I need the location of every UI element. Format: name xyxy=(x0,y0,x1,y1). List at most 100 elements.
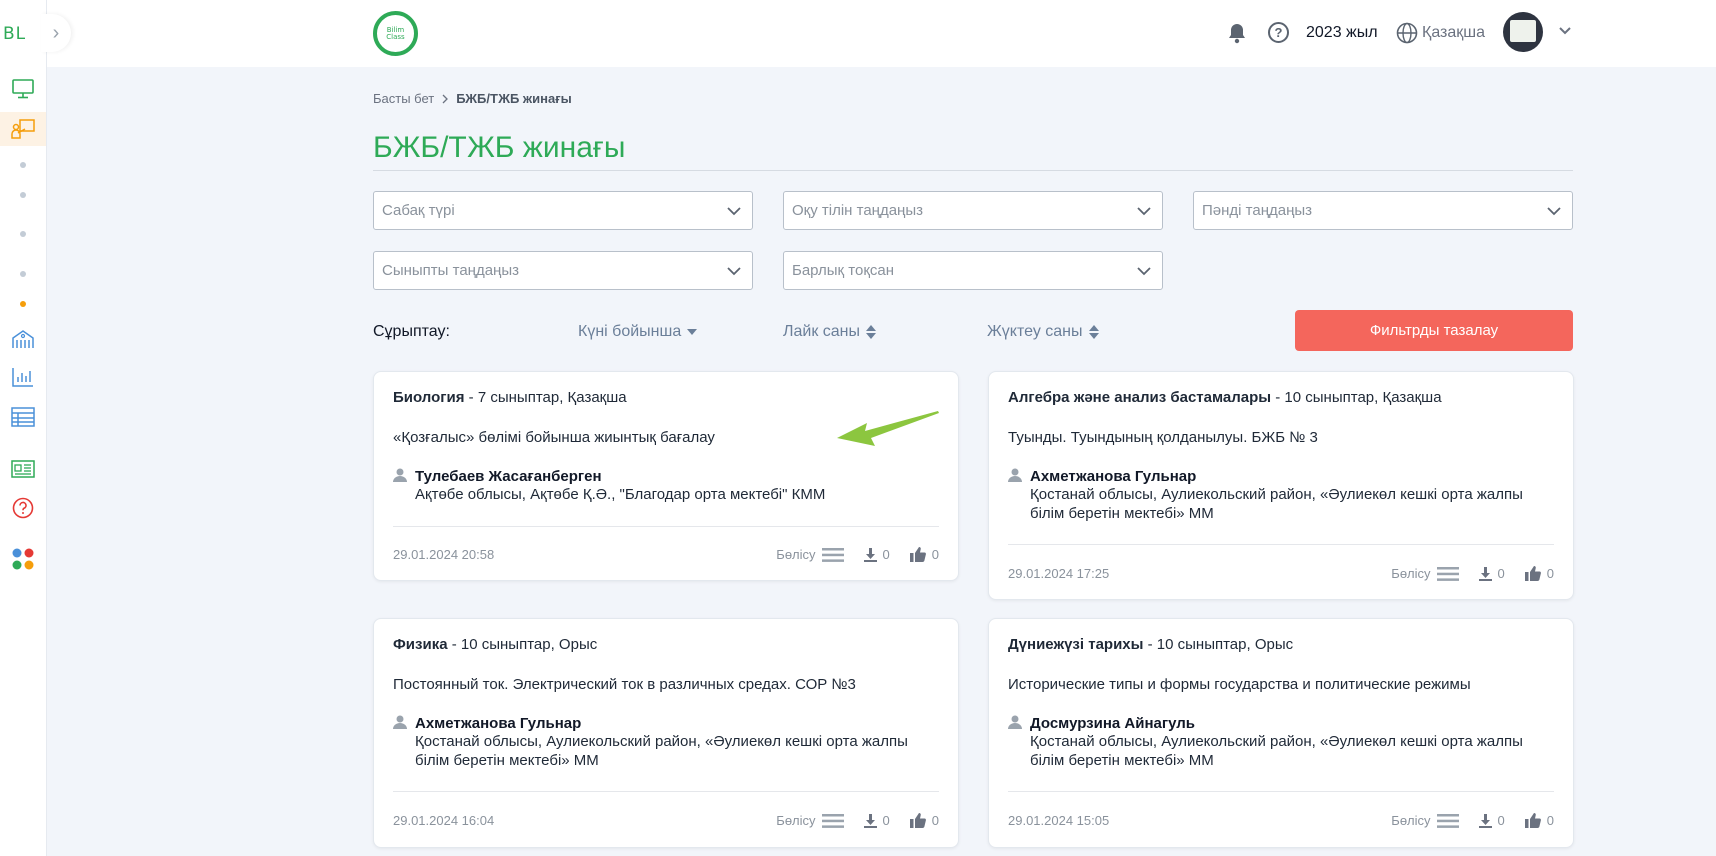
user-icon xyxy=(393,468,407,482)
sidebar: BL xyxy=(0,0,47,856)
card-divider xyxy=(1008,791,1554,792)
card-footer: 29.01.2024 15:05 Бөлісу 0 0 xyxy=(1008,813,1554,828)
help-icon[interactable]: ? xyxy=(1268,22,1289,43)
chevron-down-icon[interactable] xyxy=(1557,22,1573,38)
share-button[interactable]: Бөлісу xyxy=(776,547,844,562)
academic-year[interactable]: 2023 жыл xyxy=(1306,24,1378,42)
download-button[interactable]: 0 xyxy=(1478,566,1505,581)
language-select[interactable]: Оқу тілін таңдаңыз xyxy=(783,191,1163,230)
author-name: Ахметжанова Гульнар xyxy=(415,715,582,732)
sidebar-item-sub-3[interactable] xyxy=(0,217,46,251)
globe-icon[interactable] xyxy=(1396,22,1418,44)
author-organization: Қостанай облысы, Аулиекольский район, «Ә… xyxy=(1030,486,1523,522)
share-label: Бөлісу xyxy=(776,813,816,828)
sidebar-item-monitor[interactable] xyxy=(0,72,46,106)
lesson-type-select[interactable]: Сабақ түрі xyxy=(373,191,753,230)
avatar[interactable] xyxy=(1503,12,1543,52)
card-meta: - 7 сыныптар, Қазақша xyxy=(464,389,627,406)
card-description[interactable]: Исторические типы и формы государства и … xyxy=(1008,676,1471,693)
author-organization: Қостанай облысы, Аулиекольский район, «Ә… xyxy=(415,733,908,769)
card-description[interactable]: «Қозғалыс» бөлімі бойынша жиынтық бағала… xyxy=(393,429,715,446)
sidebar-item-school[interactable] xyxy=(0,322,46,356)
sidebar-item-help[interactable] xyxy=(0,491,46,525)
sort-by-downloads[interactable]: Жүктеу саны xyxy=(987,323,1099,341)
breadcrumb-home-link[interactable]: Басты бет xyxy=(373,91,434,106)
sidebar-item-stats[interactable] xyxy=(0,360,46,394)
subject-select[interactable]: Пәнді таңдаңыз xyxy=(1193,191,1573,230)
card-header: Физика - 10 сыныптар, Орыс xyxy=(393,636,597,653)
share-label: Бөлісу xyxy=(1391,813,1431,828)
chevron-down-icon xyxy=(727,207,741,216)
card-meta: - 10 сыныптар, Орыс xyxy=(1143,636,1294,653)
author-name: Ахметжанова Гульнар xyxy=(1030,468,1197,485)
sidebar-item-sub-2[interactable] xyxy=(0,178,46,212)
card-footer: 29.01.2024 16:04 Бөлісу 0 0 xyxy=(393,813,939,828)
menu-icon xyxy=(821,547,844,562)
download-count: 0 xyxy=(1497,566,1505,581)
card-description[interactable]: Постоянный ток. Электрический ток в разл… xyxy=(393,676,856,693)
sidebar-item-news[interactable] xyxy=(0,452,46,486)
card-meta: - 10 сыныптар, Қазақша xyxy=(1271,389,1442,406)
dot-icon xyxy=(20,231,26,237)
download-button[interactable]: 0 xyxy=(863,813,890,828)
card-description[interactable]: Туынды. Туындының қолданылуы. БЖБ № 3 xyxy=(1008,429,1318,446)
thumbs-up-icon xyxy=(909,813,926,828)
sort-by-date[interactable]: Күні бойынша xyxy=(578,323,698,341)
menu-icon xyxy=(821,813,844,828)
user-icon xyxy=(393,715,407,729)
sidebar-item-sub-5[interactable] xyxy=(0,287,46,321)
like-button[interactable]: 0 xyxy=(909,547,939,562)
assessment-card[interactable]: Дүниежүзі тарихы - 10 сыныптар, Орыс Ист… xyxy=(988,618,1574,848)
sort-by-likes[interactable]: Лайк саны xyxy=(783,323,877,341)
share-button[interactable]: Бөлісу xyxy=(1391,813,1459,828)
chevron-down-icon xyxy=(1137,207,1151,216)
grade-placeholder: Сыныпты таңдаңыз xyxy=(382,262,519,279)
assessment-card[interactable]: Физика - 10 сыныптар, Орыс Постоянный то… xyxy=(373,618,959,848)
author-organization: Қостанай облысы, Аулиекольский район, «Ә… xyxy=(1030,733,1523,769)
sidebar-item-apps[interactable] xyxy=(0,542,46,576)
language-placeholder: Оқу тілін таңдаңыз xyxy=(792,202,924,219)
sidebar-item-teacher[interactable] xyxy=(0,112,46,146)
quarter-select[interactable]: Барлық тоқсан xyxy=(783,251,1163,290)
card-author: Досмурзина Айнагуль Қостанай облысы, Аул… xyxy=(1008,715,1530,770)
chevron-down-icon xyxy=(1547,207,1561,216)
breadcrumb: Басты бет БЖБ/ТЖБ жинағы xyxy=(373,91,572,106)
chevron-down-icon xyxy=(727,267,741,276)
page-title: БЖБ/ТЖБ жинағы xyxy=(373,131,626,164)
assessment-card[interactable]: Алгебра және анализ бастамалары - 10 сын… xyxy=(988,371,1574,600)
language-selector[interactable]: Қазақша xyxy=(1422,24,1485,42)
thumbs-up-icon xyxy=(1524,813,1541,828)
download-icon xyxy=(863,547,877,562)
share-button[interactable]: Бөлісу xyxy=(776,813,844,828)
like-button[interactable]: 0 xyxy=(1524,813,1554,828)
clear-filters-button[interactable]: Фильтрды тазалау xyxy=(1295,310,1573,351)
sort-by-downloads-label: Жүктеу саны xyxy=(987,323,1083,340)
bilimclass-logo[interactable]: Bilim Class xyxy=(373,11,418,56)
sidebar-item-table[interactable] xyxy=(0,400,46,434)
like-count: 0 xyxy=(1546,566,1554,581)
download-button[interactable]: 0 xyxy=(1478,813,1505,828)
user-icon xyxy=(1008,715,1022,729)
like-count: 0 xyxy=(931,813,939,828)
sidebar-item-sub-1[interactable] xyxy=(0,148,46,182)
annotation-arrow-icon xyxy=(837,411,939,446)
monitor-icon xyxy=(12,79,34,99)
sort-label: Сұрыптау: xyxy=(373,323,450,340)
bar-chart-icon xyxy=(12,368,33,387)
sidebar-item-sub-4[interactable] xyxy=(0,257,46,291)
card-header: Дүниежүзі тарихы - 10 сыныптар, Орыс xyxy=(1008,636,1293,653)
like-button[interactable]: 0 xyxy=(1524,566,1554,581)
bell-icon[interactable] xyxy=(1227,22,1247,44)
download-button[interactable]: 0 xyxy=(863,547,890,562)
download-icon xyxy=(863,813,877,828)
sidebar-logo[interactable]: BL xyxy=(0,14,47,54)
card-author: Тулебаев Жасағанберген Ақтөбе облысы, Ақ… xyxy=(393,468,915,504)
sort-by-likes-label: Лайк саны xyxy=(783,323,861,340)
share-button[interactable]: Бөлісу xyxy=(1391,566,1459,581)
grade-select[interactable]: Сыныпты таңдаңыз xyxy=(373,251,753,290)
author-name: Досмурзина Айнагуль xyxy=(1030,715,1196,732)
card-subject: Биология xyxy=(393,389,465,406)
assessment-card[interactable]: Биология - 7 сыныптар, Қазақша «Қозғалыс… xyxy=(373,371,959,581)
like-count: 0 xyxy=(1546,813,1554,828)
like-button[interactable]: 0 xyxy=(909,813,939,828)
